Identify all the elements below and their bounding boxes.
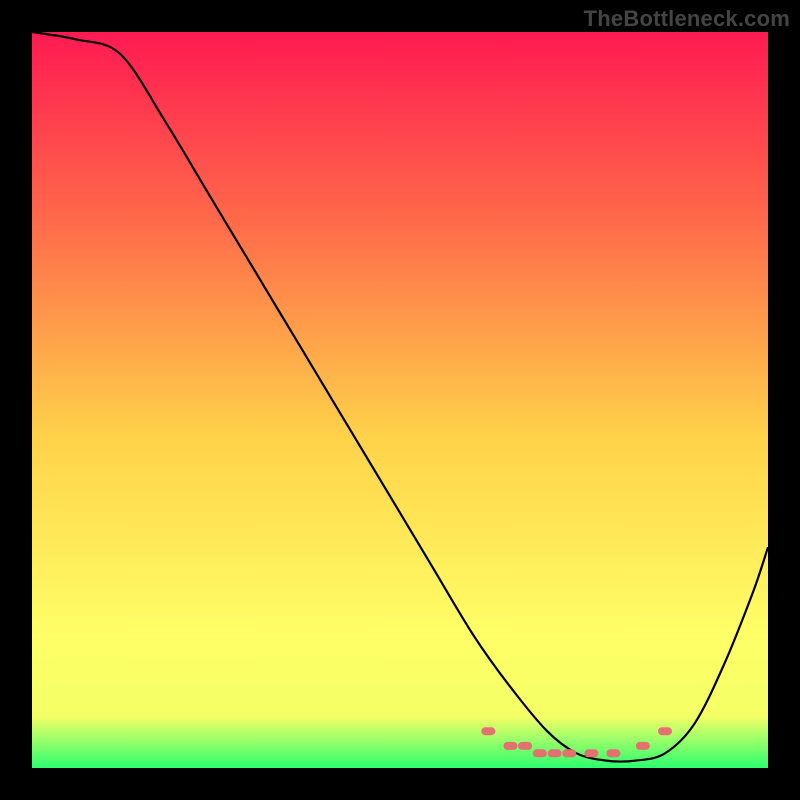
highlight-dot	[503, 742, 517, 750]
watermark-text: TheBottleneck.com	[584, 6, 790, 32]
highlight-dot	[606, 749, 620, 757]
highlight-dot	[636, 742, 650, 750]
plot-background	[32, 32, 768, 768]
highlight-dot	[584, 749, 598, 757]
highlight-dot	[481, 727, 495, 735]
highlight-dot	[533, 749, 547, 757]
chart-svg	[0, 0, 800, 800]
highlight-dot	[658, 727, 672, 735]
highlight-dot	[548, 749, 562, 757]
chart-frame: TheBottleneck.com	[0, 0, 800, 800]
highlight-dot	[518, 742, 532, 750]
highlight-dot	[562, 749, 576, 757]
